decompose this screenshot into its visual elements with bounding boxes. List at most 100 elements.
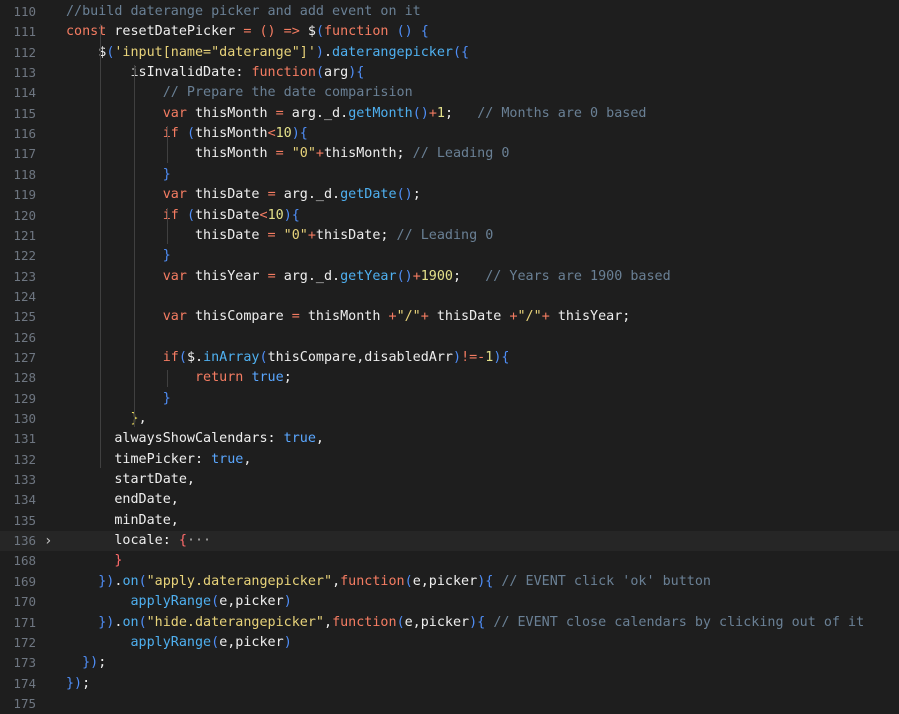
- code-token: e,picker: [219, 594, 284, 610]
- code-token: true: [251, 370, 284, 386]
- code-token: arg._d.: [283, 187, 341, 203]
- code-token: (: [138, 573, 147, 589]
- line-number: 110: [13, 4, 36, 19]
- code-token: endDate,: [66, 492, 179, 508]
- code-token: !=-: [461, 349, 486, 365]
- code-token: thisMonth;: [323, 146, 413, 162]
- code-token: thisYear;: [557, 309, 631, 325]
- code-token: (: [396, 614, 405, 630]
- code-token: {: [178, 533, 187, 549]
- code-token: (: [404, 573, 413, 589]
- code-token: isInvalidDate: [66, 65, 236, 81]
- code-token: :: [235, 65, 252, 81]
- code-token: getYear: [340, 268, 397, 284]
- code-token: }: [66, 248, 171, 264]
- code-line[interactable]: 131 alwaysShowCalendars: true,: [0, 429, 899, 449]
- code-token: 10: [275, 126, 292, 142]
- code-token: startDate,: [66, 472, 195, 488]
- code-token: =: [291, 309, 308, 325]
- code-token: thisDate;: [315, 227, 397, 243]
- line-number: 119: [13, 187, 36, 203]
- line-number: 117: [13, 146, 36, 162]
- code-line[interactable]: 172 applyRange(e,picker): [0, 633, 899, 653]
- code-token: (: [259, 349, 268, 365]
- code-token: function: [251, 65, 316, 81]
- code-token: ;: [283, 370, 292, 386]
- code-token: "hide.daterangepicker": [146, 614, 324, 630]
- code-text: locale: {···: [66, 531, 211, 551]
- code-editor[interactable]: 110//build daterange picker and add even…: [0, 0, 899, 711]
- code-text: });: [66, 674, 90, 694]
- code-token: +: [388, 309, 397, 325]
- line-number: 169: [13, 573, 36, 589]
- code-token: ){: [283, 207, 300, 223]
- code-token: getMonth: [348, 105, 413, 121]
- code-token: =: [267, 187, 284, 203]
- line-number: 131: [13, 431, 36, 447]
- code-line[interactable]: 135 minDate,: [0, 511, 899, 531]
- code-token: if: [66, 207, 187, 223]
- code-line[interactable]: 171 }).on("hide.daterangepicker",functio…: [0, 613, 899, 633]
- code-token: ,: [138, 411, 147, 426]
- line-number: 126: [13, 329, 36, 345]
- code-text: if($.inArray(thisCompare,disabledArr)!=-…: [66, 348, 510, 368]
- line-number: 136: [13, 533, 36, 549]
- line-number: 135: [13, 512, 36, 528]
- code-token: +: [541, 309, 558, 325]
- code-token: ){: [291, 126, 308, 142]
- code-token: ;: [453, 268, 486, 284]
- code-token: thisYear: [195, 268, 268, 284]
- code-token: timePicker:: [66, 451, 212, 467]
- code-token: on: [122, 573, 139, 589]
- code-token: locale:: [66, 533, 179, 549]
- line-number: 124: [13, 288, 36, 304]
- code-line[interactable]: 132 timePicker: true,: [0, 450, 899, 470]
- code-token: // Leading 0: [396, 227, 494, 243]
- code-token: ,: [324, 614, 333, 630]
- code-token: thisCompare: [195, 309, 292, 325]
- line-number: 132: [13, 451, 36, 467]
- code-token: (): [396, 187, 413, 203]
- line-number: 125: [13, 309, 36, 325]
- code-token: +: [509, 309, 518, 325]
- code-token: inArray: [203, 349, 260, 365]
- line-number: 168: [13, 553, 36, 569]
- code-token: +: [315, 146, 324, 162]
- line-number: 112: [13, 44, 36, 60]
- code-text: if (thisMonth<10){: [66, 124, 308, 144]
- code-token: =: [267, 268, 284, 284]
- code-token: applyRange: [66, 594, 212, 610]
- code-token: +: [412, 268, 421, 284]
- code-token: ;: [82, 675, 91, 691]
- code-token: ;: [444, 105, 478, 121]
- code-line[interactable]: 110 //build daterange picker and add even…: [0, 2, 899, 22]
- code-token: "0": [283, 227, 308, 243]
- code-token: (): [412, 105, 429, 121]
- code-line[interactable]: 133 startDate,: [0, 470, 899, 490]
- code-line[interactable]: 174});: [0, 674, 899, 694]
- code-line[interactable]: 173 });: [0, 653, 899, 673]
- code-token: e,picker: [412, 573, 478, 589]
- code-text: endDate,: [66, 490, 179, 510]
- code-token: thisDate: [195, 187, 268, 203]
- code-line[interactable]: 136 › locale: {···: [0, 531, 899, 552]
- line-number: 122: [13, 248, 36, 264]
- code-token: minDate,: [66, 512, 179, 528]
- code-line[interactable]: 175: [0, 694, 899, 714]
- fold-expand-chevron-icon[interactable]: ›: [44, 531, 58, 551]
- code-line[interactable]: 170 applyRange(e,picker): [0, 592, 899, 612]
- code-token: applyRange: [66, 634, 212, 650]
- code-token: // Leading 0: [412, 146, 510, 162]
- code-token: on: [122, 614, 139, 630]
- code-line[interactable]: 169 }).on("apply.daterangepicker",functi…: [0, 572, 899, 592]
- code-line[interactable]: 112 $('input[name="daterange"]').dateran…: [0, 43, 899, 63]
- code-text: alwaysShowCalendars: true,: [66, 429, 324, 449]
- code-text: applyRange(e,picker): [66, 592, 291, 612]
- code-line[interactable]: 168 }: [0, 551, 899, 571]
- code-token: 1900: [420, 268, 453, 284]
- code-line[interactable]: 134 endDate,: [0, 490, 899, 510]
- code-token: () {: [396, 24, 429, 40]
- code-line[interactable]: 111 const resetDatePicker = () => $(funct…: [0, 22, 899, 42]
- code-text: }: [66, 389, 171, 409]
- code-token: if: [66, 126, 187, 142]
